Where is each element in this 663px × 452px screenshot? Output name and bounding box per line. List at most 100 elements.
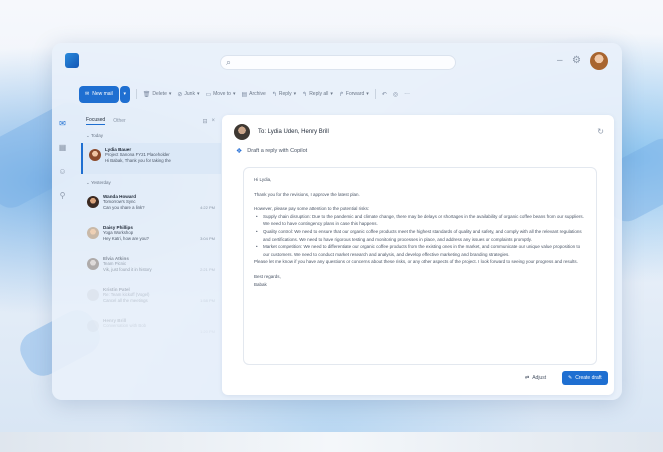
inbox-tabs: Focused Other	[81, 115, 221, 127]
avatar	[234, 124, 250, 140]
copilot-row: ❖ Draft a reply with Copilot	[236, 147, 307, 155]
attach-icon[interactable]: ⚲	[58, 191, 67, 200]
recipient-row: To: Lydia Uden, Henry Brill	[234, 123, 329, 141]
move-to-label: Move to	[213, 91, 231, 97]
user-avatar[interactable]	[590, 52, 608, 70]
chevron-down-icon: ▾	[123, 91, 127, 97]
outlook-window: ⌕ – ⚙ ✉ New mail ▾ 🗑 Delete ▾ ⊘ Junk ▾ ▭…	[52, 43, 622, 400]
draft-bullet: Supply chain disruption: Due to the pand…	[254, 213, 586, 228]
avatar	[87, 289, 99, 301]
message-time: 3:04 PM	[200, 236, 215, 241]
avatar	[89, 149, 101, 161]
create-draft-label: Create draft	[575, 375, 602, 381]
reply-icon: ↰	[271, 91, 277, 98]
copilot-icon: ❖	[236, 148, 243, 155]
outlook-logo-icon	[65, 53, 79, 68]
group-header-yesterday[interactable]: ⌄ Yesterday	[81, 174, 221, 190]
message-time: 1:20 PM	[200, 329, 215, 334]
adjust-button[interactable]: ⇄ Adjust	[525, 375, 546, 381]
new-mail-dropdown-button[interactable]: ▾	[119, 85, 130, 103]
undo-button[interactable]: ↶	[382, 91, 387, 98]
reading-pane: To: Lydia Uden, Henry Brill ↻ ❖ Draft a …	[222, 115, 614, 395]
reply-button[interactable]: ↰ Reply ▾	[272, 91, 296, 98]
move-to-button[interactable]: ▭ Move to ▾	[205, 91, 235, 98]
people-icon[interactable]: ☺	[58, 167, 67, 176]
group-label: Yesterday	[90, 180, 111, 185]
draft-lead: However, please pay some attention to th…	[254, 206, 370, 212]
list-item[interactable]: Wanda Howard Tomorrow's Sync Can you sha…	[81, 190, 221, 221]
draft-intro: Thank you for the revisions, I approve t…	[254, 191, 360, 197]
draft-signature: Babak	[254, 281, 267, 287]
junk-label: Junk	[184, 91, 195, 97]
new-mail-label: New mail	[92, 91, 113, 97]
group-header-today[interactable]: ⌄ Today	[81, 127, 221, 143]
message-list: Focused Other ⊟ × ⌄ Today Lydia Bauer Pr…	[81, 115, 221, 395]
adjust-label: Adjust	[532, 375, 547, 381]
chevron-down-icon: ▾	[366, 91, 369, 97]
reply-all-button[interactable]: ↰ Reply all ▾	[302, 91, 333, 98]
avatar	[87, 258, 99, 270]
forward-icon: ↱	[338, 91, 344, 98]
sliders-icon: ⇄	[525, 375, 530, 381]
taskbar-strip	[0, 432, 663, 452]
list-item[interactable]: Kristin Patel Re: Team kickoff (Vogel) C…	[81, 283, 221, 314]
to-line[interactable]: To: Lydia Uden, Henry Brill	[258, 129, 329, 135]
command-toolbar: ✉ New mail ▾ 🗑 Delete ▾ ⊘ Junk ▾ ▭ Move …	[79, 85, 613, 103]
chevron-down-icon: ▾	[232, 91, 236, 97]
message-time: 1:58 PM	[200, 298, 215, 303]
draft-greeting: Hi Lydia,	[254, 177, 272, 182]
view-settings-button[interactable]: ◎	[393, 91, 398, 98]
reply-all-icon: ↰	[302, 91, 308, 98]
settings-icon[interactable]: ⚙	[572, 55, 581, 67]
view-icon: ◎	[392, 91, 399, 98]
folder-move-icon: ▭	[205, 91, 212, 98]
search-icon: ⌕	[226, 57, 232, 67]
delete-button[interactable]: 🗑 Delete ▾	[143, 91, 172, 98]
undo-icon: ↶	[381, 91, 387, 98]
new-mail-button[interactable]: ✉ New mail	[79, 85, 119, 103]
avatar	[87, 320, 99, 332]
list-item[interactable]: Elvia Atkins Team Picnic Vik, just found…	[81, 252, 221, 283]
toolbar-divider	[135, 89, 137, 99]
list-item[interactable]: Lydia Bauer Project Sanona FY21 Placehol…	[81, 143, 221, 174]
refresh-icon[interactable]: ↻	[597, 127, 604, 136]
forward-label: Forward	[345, 91, 365, 97]
reply-all-label: Reply all	[309, 91, 329, 97]
close-icon[interactable]: ×	[211, 118, 215, 125]
minimize-icon[interactable]: –	[557, 55, 563, 67]
title-bar: ⌕ – ⚙	[52, 43, 622, 79]
chevron-down-icon: ▾	[196, 91, 200, 97]
create-draft-button[interactable]: ✎ Create draft	[562, 371, 608, 385]
calendar-icon[interactable]: ▦	[58, 143, 67, 152]
more-icon: ···	[404, 91, 411, 97]
list-actions: ⊟ ×	[202, 118, 215, 125]
avatar	[87, 227, 99, 239]
toolbar-divider	[374, 89, 376, 99]
junk-icon: ⊘	[177, 91, 183, 98]
archive-label: Archive	[249, 91, 266, 97]
filter-icon[interactable]: ⊟	[202, 118, 207, 125]
archive-button[interactable]: ▤ Archive	[241, 91, 265, 98]
tab-focused[interactable]: Focused	[86, 117, 106, 125]
junk-button[interactable]: ⊘ Junk ▾	[177, 91, 199, 98]
draft-textarea[interactable]: Hi Lydia, Thank you for the revisions, I…	[243, 167, 597, 365]
app-rail: ✉ ▦ ☺ ⚲	[52, 115, 74, 265]
tab-other[interactable]: Other	[113, 118, 126, 124]
list-item[interactable]: Daisy Phillips Yoga Workshop Hey Katri, …	[81, 221, 221, 252]
mail-icon[interactable]: ✉	[58, 119, 67, 128]
group-label: Today	[90, 133, 103, 138]
trash-icon: 🗑	[142, 91, 151, 98]
forward-button[interactable]: ↱ Forward ▾	[339, 91, 369, 98]
chevron-down-icon: ▾	[330, 91, 333, 97]
message-time: 4:22 PM	[200, 205, 215, 210]
avatar	[87, 196, 99, 208]
list-item[interactable]: Henry Brill Conversation with Bob 1:20 P…	[81, 314, 221, 345]
chevron-down-icon: ▾	[168, 91, 172, 97]
reply-label: Reply	[278, 91, 292, 97]
search-input[interactable]: ⌕	[220, 55, 456, 70]
draft-regards: Best regards,	[254, 273, 281, 279]
draft-icon: ✎	[568, 375, 573, 381]
more-button[interactable]: ···	[404, 91, 410, 97]
compose-icon: ✉	[85, 91, 90, 97]
draft-closing: Please let me know if you have any quest…	[254, 259, 578, 265]
